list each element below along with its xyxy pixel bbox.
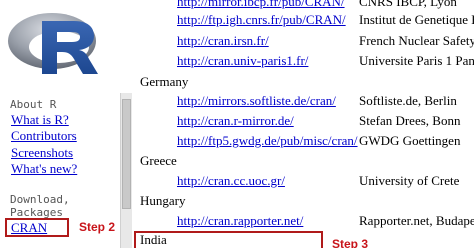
page: About R What is R? Contributors Screensh… xyxy=(0,0,474,248)
mirror-link[interactable]: http://mirrors.softliste.de/cran/ xyxy=(177,93,336,109)
mirror-link[interactable]: http://mirror.ibcp.fr/pub/CRAN/ xyxy=(177,0,345,10)
scrollbar-thumb[interactable] xyxy=(122,99,131,209)
country-hungary: Hungary xyxy=(140,193,186,208)
mirror-link[interactable]: http://cran.r-mirror.de/ xyxy=(177,113,294,129)
step3-highlight-box xyxy=(134,231,323,248)
mirror-host: Rapporter.net, Budape xyxy=(359,213,474,228)
mirror-list: http://mirror.ibcp.fr/pub/CRAN/ CNRS IBC… xyxy=(132,0,474,248)
country-germany: Germany xyxy=(140,74,189,89)
mirror-host: Softliste.de, Berlin xyxy=(359,93,457,108)
screenshots-link[interactable]: Screenshots xyxy=(11,145,73,160)
mirror-host: Stefan Drees, Bonn xyxy=(359,113,461,128)
mirror-host: GWDG Goettingen xyxy=(359,133,461,148)
mirror-host: Universite Paris 1 Panth xyxy=(359,53,474,68)
whats-new-link[interactable]: What's new? xyxy=(11,161,77,176)
step2-highlight-box xyxy=(5,218,69,237)
mirror-link[interactable]: http://cran.irsn.fr/ xyxy=(177,33,269,49)
download-heading: Download, xyxy=(10,193,70,206)
r-logo[interactable] xyxy=(2,4,114,84)
mirror-host: French Nuclear Safety xyxy=(359,33,474,48)
mirror-link[interactable]: http://cran.rapporter.net/ xyxy=(177,213,303,229)
step3-label: Step 3 xyxy=(332,237,369,248)
about-r-heading: About R xyxy=(10,98,57,111)
step2-label: Step 2 xyxy=(79,220,116,234)
country-greece: Greece xyxy=(140,153,177,168)
what-is-r-link[interactable]: What is R? xyxy=(11,112,69,127)
mirror-link[interactable]: http://cran.cc.uoc.gr/ xyxy=(177,173,285,189)
vertical-scrollbar[interactable] xyxy=(120,93,132,248)
mirror-link[interactable]: http://cran.univ-paris1.fr/ xyxy=(177,53,308,69)
mirror-link[interactable]: http://ftp.igh.cnrs.fr/pub/CRAN/ xyxy=(177,12,346,28)
mirror-host: University of Crete xyxy=(359,173,460,188)
contributors-link[interactable]: Contributors xyxy=(11,128,77,143)
mirror-host: CNRS IBCP, Lyon xyxy=(359,0,457,9)
mirror-link[interactable]: http://ftp5.gwdg.de/pub/misc/cran/ xyxy=(177,133,358,149)
mirror-host: Institut de Genetique Hu xyxy=(359,12,474,27)
sidebar: About R What is R? Contributors Screensh… xyxy=(0,0,120,248)
